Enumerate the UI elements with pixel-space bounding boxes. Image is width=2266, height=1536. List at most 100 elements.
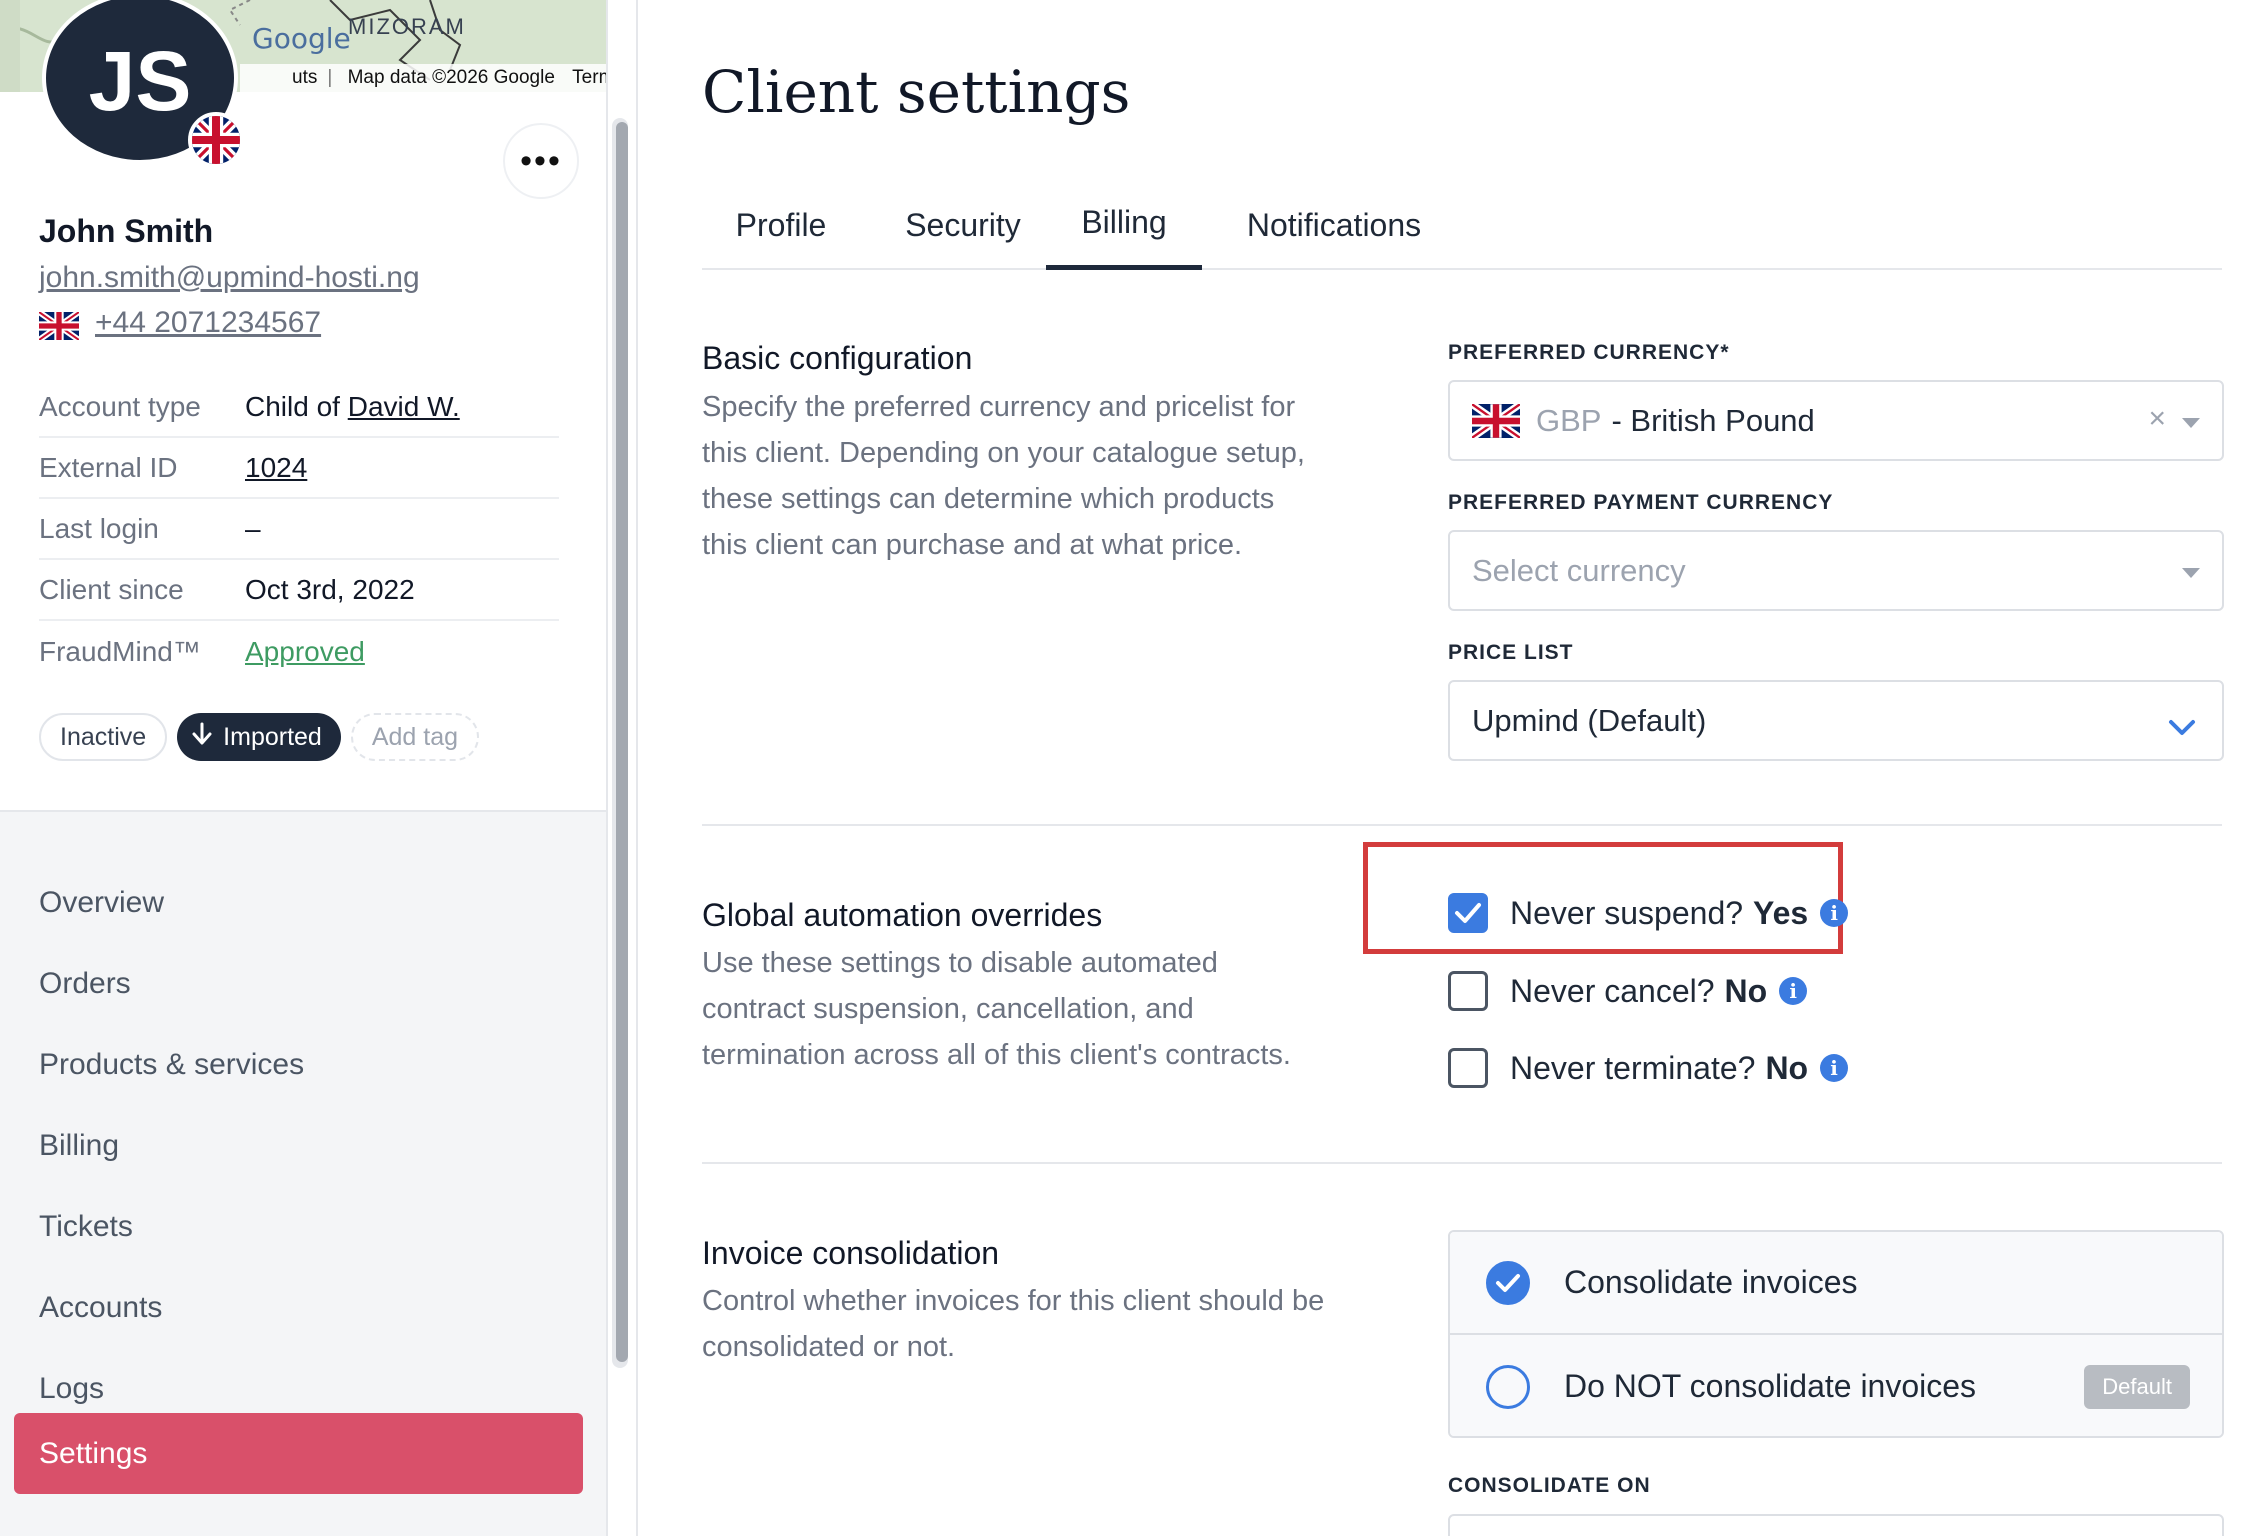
- info-icon[interactable]: i: [1820, 1054, 1849, 1082]
- tag-inactive[interactable]: Inactive: [39, 713, 168, 761]
- never-suspend-value: Yes: [1753, 894, 1809, 931]
- never-suspend-checkbox[interactable]: [1448, 893, 1488, 933]
- automation-description: Use these settings to disable automated …: [702, 940, 1402, 1078]
- consolidate-invoices-label: Consolidate invoices: [1564, 1264, 1858, 1300]
- external-id-link[interactable]: 1024: [245, 452, 307, 483]
- tab-security[interactable]: Security: [868, 180, 1058, 270]
- consolidate-on-select[interactable]: [1448, 1514, 2224, 1536]
- info-icon[interactable]: i: [1779, 977, 1808, 1005]
- meta-row-account-type: Account type Child of David W.: [39, 377, 559, 438]
- parent-account-link[interactable]: David W.: [348, 391, 460, 422]
- radio-selected[interactable]: [1486, 1260, 1530, 1305]
- client-email-link[interactable]: john.smith@upmind-hosti.ng: [39, 261, 420, 295]
- description-line: this client can purchase and at what pri…: [702, 529, 1243, 561]
- arrow-down-icon: [191, 722, 213, 753]
- uk-flag-icon: [39, 312, 79, 340]
- meta-row-last-login: Last login –: [39, 499, 559, 560]
- basic-config-description: Specify the preferred currency and price…: [702, 384, 1382, 568]
- price-list-label: PRICE LIST: [1448, 641, 1574, 664]
- sidebar-item-accounts[interactable]: Accounts: [14, 1267, 583, 1348]
- do-not-consolidate-label: Do NOT consolidate invoices: [1564, 1368, 1977, 1404]
- meta-label: Last login: [39, 512, 159, 544]
- description-line: Specify the preferred currency and price…: [702, 391, 1296, 423]
- default-badge: Default: [2084, 1365, 2190, 1409]
- meta-label: External ID: [39, 451, 178, 483]
- uk-flag-icon: [1472, 403, 1520, 438]
- never-terminate-option[interactable]: Never terminate? No i: [1448, 1046, 1849, 1090]
- never-cancel-value: No: [1724, 972, 1768, 1009]
- client-phone-link[interactable]: +44 2071234567: [95, 306, 321, 340]
- preferred-currency-label: PREFERRED CURRENCY*: [1448, 341, 1730, 364]
- client-meta-list: Account type Child of David W. External …: [39, 377, 559, 682]
- consolidation-radio-group: Consolidate invoices Do NOT consolidate …: [1448, 1230, 2224, 1438]
- currency-name: - British Pound: [1611, 402, 1815, 438]
- tag-imported[interactable]: Imported: [177, 713, 341, 761]
- caret-down-icon: [2182, 568, 2200, 578]
- more-options-button[interactable]: •••: [503, 123, 579, 199]
- clear-icon[interactable]: ×: [2148, 402, 2166, 436]
- sidebar-scrollbar-thumb[interactable]: [616, 122, 628, 1362]
- section-divider: [702, 824, 2222, 826]
- sidebar-nav: Overview Orders Products & services Bill…: [0, 810, 606, 1536]
- map-place-label: MIZORAM: [348, 14, 466, 39]
- info-icon[interactable]: i: [1820, 899, 1849, 927]
- meta-label: Client since: [39, 573, 184, 605]
- fraud-status-link[interactable]: Approved: [245, 636, 365, 668]
- sidebar-item-settings[interactable]: Settings: [14, 1413, 583, 1494]
- client-sidebar: Google MIZORAM uts | Map data ©2026 Googl…: [0, 0, 608, 1536]
- meta-label: Account type: [39, 390, 201, 422]
- tag-imported-label: Imported: [223, 722, 322, 751]
- price-list-value: Upmind (Default): [1472, 702, 1707, 738]
- sidebar-item-overview[interactable]: Overview: [14, 862, 583, 943]
- sidebar-divider: [636, 0, 638, 1536]
- never-suspend-option[interactable]: Never suspend? Yes i: [1448, 891, 1849, 935]
- description-line: Control whether invoices for this client…: [702, 1285, 1325, 1317]
- tab-notifications[interactable]: Notifications: [1216, 180, 1452, 270]
- map-terms-link[interactable]: Terms: [572, 67, 606, 88]
- radio-unselected[interactable]: [1486, 1364, 1530, 1409]
- sidebar-item-tickets[interactable]: Tickets: [14, 1186, 583, 1267]
- never-cancel-checkbox[interactable]: [1448, 971, 1488, 1011]
- sidebar-item-billing[interactable]: Billing: [14, 1105, 583, 1186]
- preferred-currency-select[interactable]: GBP - British Pound ×: [1448, 380, 2224, 461]
- meta-row-client-since: Client since Oct 3rd, 2022: [39, 560, 559, 621]
- sidebar-item-orders[interactable]: Orders: [14, 943, 583, 1024]
- consolidate-on-label: CONSOLIDATE ON: [1448, 1474, 1651, 1497]
- chevron-down-icon: [2168, 710, 2196, 746]
- price-list-select[interactable]: Upmind (Default): [1448, 680, 2224, 761]
- client-tags: Inactive Imported Add tag: [39, 713, 480, 761]
- invoice-consolidation-title: Invoice consolidation: [702, 1235, 1000, 1271]
- add-tag-button[interactable]: Add tag: [350, 713, 480, 761]
- never-cancel-label: Never cancel?: [1510, 972, 1715, 1009]
- payment-currency-label: PREFERRED PAYMENT CURRENCY: [1448, 491, 1834, 514]
- description-line: contract suspension, cancellation, and: [702, 993, 1194, 1025]
- automation-title: Global automation overrides: [702, 897, 1103, 933]
- do-not-consolidate-option[interactable]: Do NOT consolidate invoices Default: [1450, 1335, 2222, 1436]
- map-attribution: uts| Map data ©2026 Google Terms: [240, 64, 606, 92]
- section-divider: [702, 1162, 2222, 1164]
- meta-value: –: [245, 512, 261, 544]
- tab-billing[interactable]: Billing: [1046, 180, 1202, 270]
- payment-currency-placeholder: Select currency: [1472, 552, 1686, 588]
- payment-currency-select[interactable]: Select currency: [1448, 530, 2224, 611]
- description-line: termination across all of this client's …: [702, 1039, 1291, 1071]
- map-attribution-left: uts: [292, 67, 318, 88]
- google-logo: Google: [252, 22, 351, 55]
- never-cancel-option[interactable]: Never cancel? No i: [1448, 969, 1808, 1013]
- meta-label: FraudMind™: [39, 635, 201, 667]
- description-line: Use these settings to disable automated: [702, 947, 1218, 979]
- sidebar-item-products-services[interactable]: Products & services: [14, 1024, 583, 1105]
- meta-row-fraudmind: FraudMind™ Approved: [39, 621, 559, 682]
- description-line: consolidated or not.: [702, 1331, 956, 1363]
- never-terminate-checkbox[interactable]: [1448, 1048, 1488, 1088]
- currency-code: GBP: [1536, 402, 1602, 438]
- consolidate-invoices-option[interactable]: Consolidate invoices: [1450, 1232, 2222, 1335]
- tab-profile[interactable]: Profile: [702, 180, 860, 270]
- settings-main: Client settings Profile Security Billing…: [640, 0, 2266, 1536]
- never-terminate-value: No: [1765, 1049, 1809, 1086]
- description-line: this client. Depending on your catalogue…: [702, 437, 1305, 469]
- uk-flag-icon: [188, 112, 244, 168]
- never-suspend-label: Never suspend?: [1510, 894, 1744, 931]
- meta-row-external-id: External ID 1024: [39, 438, 559, 499]
- never-terminate-label: Never terminate?: [1510, 1049, 1756, 1086]
